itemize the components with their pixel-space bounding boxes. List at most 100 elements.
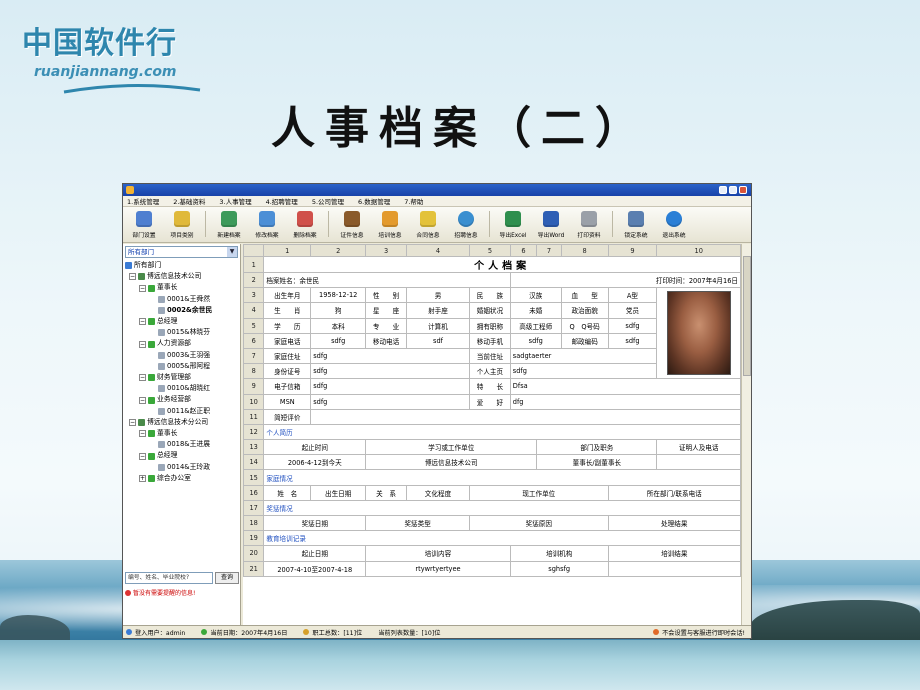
column-header[interactable]: 7 — [536, 244, 562, 257]
column-header[interactable]: 9 — [607, 244, 658, 257]
field-value[interactable]: 汉族 — [509, 287, 562, 304]
collapse-icon[interactable]: − — [139, 452, 146, 460]
record-name-cell[interactable]: 档案姓名：余世民 — [263, 271, 511, 289]
chevron-down-icon[interactable]: ▼ — [227, 247, 237, 257]
tree-node-person[interactable]: 0010&胡晓红 — [125, 383, 240, 394]
collapse-icon[interactable]: − — [139, 374, 146, 382]
search-button[interactable]: 查询 — [215, 572, 239, 584]
field-value[interactable]: 未婚 — [509, 302, 562, 319]
maximize-icon[interactable] — [729, 186, 737, 194]
minimize-icon[interactable] — [719, 186, 727, 194]
field-value[interactable]: sdfg — [310, 363, 471, 380]
collapse-icon[interactable]: − — [129, 273, 136, 281]
tree-node-person[interactable]: 0001&王舜然 — [125, 294, 240, 305]
column-header[interactable]: 3 — [365, 244, 407, 257]
field-value[interactable]: sdfg — [509, 363, 658, 380]
tree-node-dept[interactable]: − 人力资源部 — [125, 338, 240, 349]
tree-node-person[interactable]: 0018&王进展 — [125, 439, 240, 450]
field-value[interactable]: sdfg — [607, 317, 658, 334]
tree-node-dept[interactable]: − 总经理 — [125, 316, 240, 327]
export-word-button[interactable]: 导出Word — [534, 211, 568, 239]
collapse-icon[interactable]: − — [139, 340, 146, 348]
tree-node-person[interactable]: 0005&邢阿程 — [125, 361, 240, 372]
field-value[interactable]: sdfg — [509, 332, 562, 349]
tree-node-company[interactable]: − 博远信息技术分公司 — [125, 417, 240, 428]
field-value[interactable]: sdf — [405, 332, 471, 349]
tree-node-person-selected[interactable]: 0002&余世民 — [125, 305, 240, 316]
column-header[interactable]: 10 — [656, 244, 741, 257]
column-header[interactable]: 4 — [405, 244, 471, 257]
tree-node-person[interactable]: 0011&赵正职 — [125, 406, 240, 417]
field-value[interactable]: 党员 — [607, 302, 658, 319]
field-value[interactable]: sdfg — [310, 347, 471, 365]
search-input[interactable]: 编号、姓名、毕业院校? — [125, 572, 213, 584]
menu-recruit[interactable]: 4.招聘管理 — [266, 196, 298, 206]
field-value[interactable]: 2007-4-10至2007-4-18 — [263, 560, 367, 577]
field-value[interactable]: 射手座 — [405, 302, 471, 319]
collapse-icon[interactable]: − — [139, 284, 146, 292]
expand-icon[interactable]: + — [139, 474, 146, 482]
menu-personnel[interactable]: 3.人事管理 — [219, 196, 251, 206]
tree-node-dept[interactable]: − 财务管理部 — [125, 372, 240, 383]
edit-record-button[interactable]: 修改档案 — [250, 211, 284, 239]
tree-node-dept[interactable]: + 综合办公室 — [125, 473, 240, 484]
column-header[interactable]: 8 — [560, 244, 609, 257]
department-select[interactable]: 所有部门 ▼ — [125, 246, 238, 258]
print-button[interactable]: 打印资料 — [572, 211, 606, 239]
field-value[interactable]: 计算机 — [405, 317, 471, 334]
exit-system-button[interactable]: 退出系统 — [657, 211, 691, 239]
field-value[interactable]: Dfsa — [509, 378, 741, 395]
tree-node-root[interactable]: 所有部门 — [125, 260, 240, 271]
tree-node-dept[interactable]: − 董事长 — [125, 282, 240, 293]
export-excel-button[interactable]: 导出Excel — [496, 211, 530, 239]
menu-basic-data[interactable]: 2.基础资料 — [173, 196, 205, 206]
field-value[interactable]: A型 — [607, 287, 658, 304]
collapse-icon[interactable]: − — [129, 418, 136, 426]
contract-info-button[interactable]: 合同信息 — [411, 211, 445, 239]
menu-data[interactable]: 6.数据管理 — [358, 196, 390, 206]
certificate-info-button[interactable]: 证件信息 — [335, 211, 369, 239]
column-header[interactable]: 1 — [263, 244, 312, 257]
project-category-button[interactable]: 项目类别 — [165, 211, 199, 239]
training-info-button[interactable]: 培训信息 — [373, 211, 407, 239]
vertical-scrollbar[interactable] — [741, 244, 751, 627]
scrollbar-thumb[interactable] — [743, 256, 751, 376]
menu-help[interactable]: 7.帮助 — [404, 196, 423, 206]
field-value[interactable]: sdfg — [310, 332, 367, 349]
column-header[interactable]: 6 — [509, 244, 538, 257]
field-value[interactable]: rtywrtyertyee — [365, 560, 511, 577]
collapse-icon[interactable]: − — [139, 396, 146, 404]
field-value[interactable]: 2006-4-12到今天 — [263, 454, 367, 471]
collapse-icon[interactable]: − — [139, 318, 146, 326]
tree-node-dept[interactable]: − 董事长 — [125, 428, 240, 439]
column-header[interactable]: 2 — [310, 244, 367, 257]
column-header[interactable]: 5 — [469, 244, 511, 257]
field-value[interactable]: sdfg — [607, 332, 658, 349]
field-value[interactable]: 高级工程师 — [509, 317, 562, 334]
menu-system[interactable]: 1.系统管理 — [127, 196, 159, 206]
tree-node-company[interactable]: − 博远信息技术公司 — [125, 271, 240, 282]
close-icon[interactable] — [739, 186, 747, 194]
lock-system-button[interactable]: 锁定系统 — [619, 211, 653, 239]
field-value[interactable]: 狗 — [310, 302, 367, 319]
tree-node-person[interactable]: 0015&林晓芬 — [125, 327, 240, 338]
field-value[interactable] — [607, 560, 741, 577]
print-time-cell[interactable]: 打印时间：2007年4月16日 — [509, 271, 741, 289]
status-help[interactable]: 不会设置与客服进行即时会话! — [653, 628, 751, 637]
field-value[interactable]: sghsfg — [509, 560, 609, 577]
field-value[interactable]: 1958-12-12 — [310, 287, 367, 304]
field-value[interactable]: sdfg — [310, 378, 471, 395]
field-value[interactable]: sadgtaerter — [509, 347, 658, 365]
tree-node-dept[interactable]: − 业务经营部 — [125, 394, 240, 405]
field-value[interactable]: sdfg — [310, 393, 471, 410]
delete-record-button[interactable]: 删除档案 — [288, 211, 322, 239]
recruit-info-button[interactable]: 招聘信息 — [449, 211, 483, 239]
field-value[interactable]: 博远信息技术公司 — [365, 454, 538, 471]
tree-node-person[interactable]: 0014&王玲政 — [125, 462, 240, 473]
menu-company[interactable]: 5.公司管理 — [312, 196, 344, 206]
field-value[interactable]: dfg — [509, 393, 741, 410]
employee-photo[interactable] — [666, 291, 731, 376]
field-value[interactable]: 本科 — [310, 317, 367, 334]
field-value[interactable]: 男 — [405, 287, 471, 304]
tree-node-dept[interactable]: − 总经理 — [125, 450, 240, 461]
